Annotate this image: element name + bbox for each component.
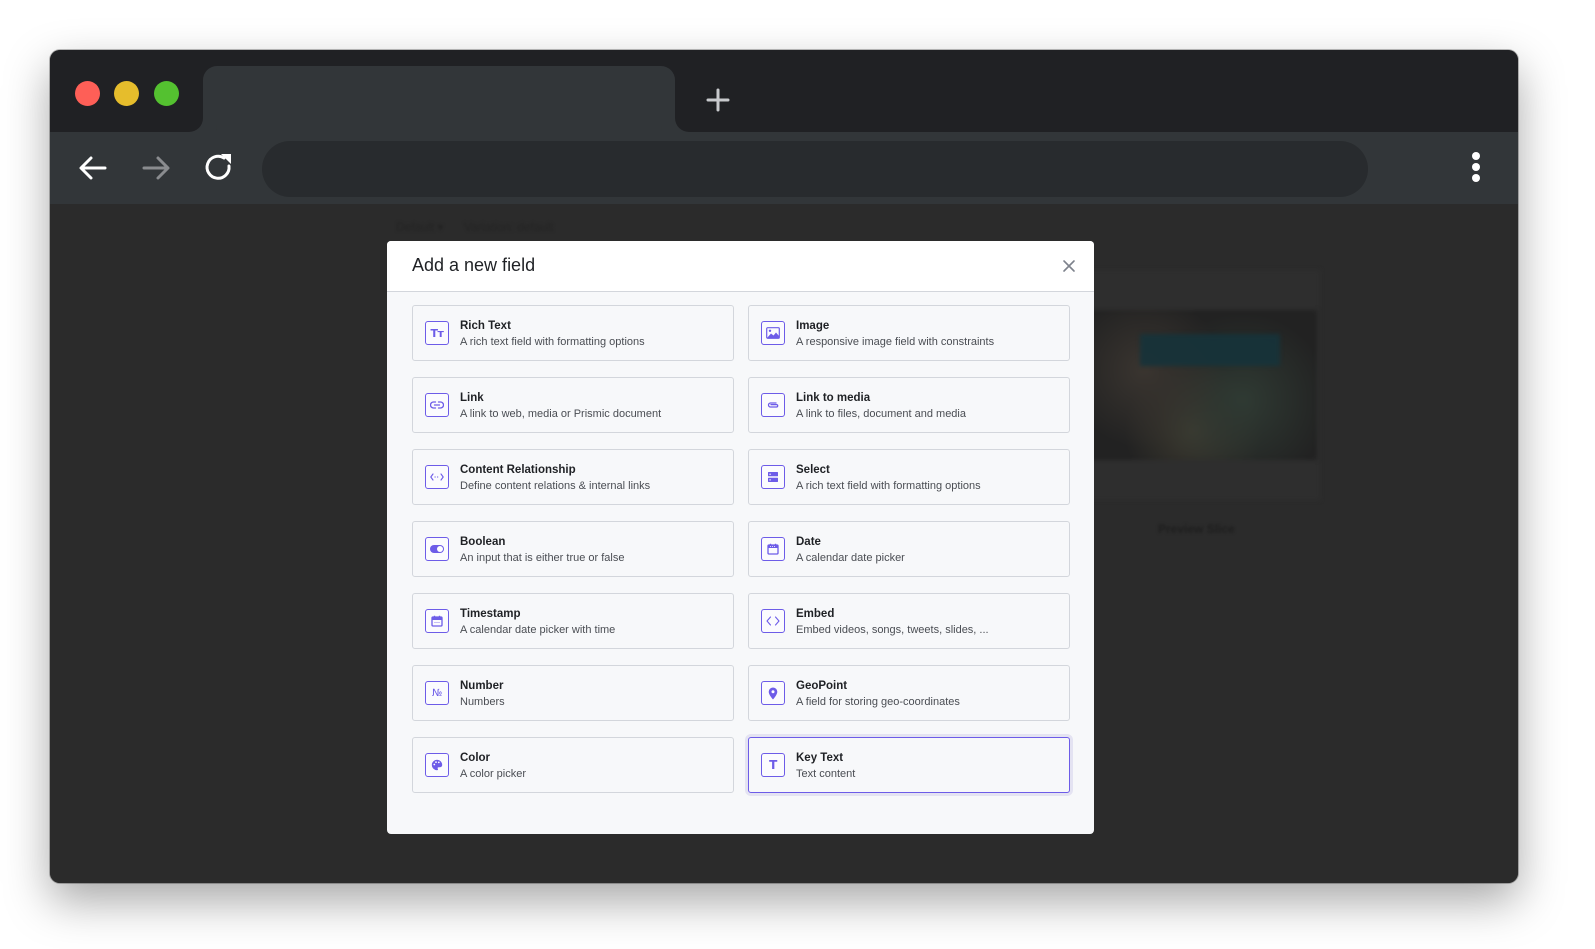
rich-text-icon: Tт — [425, 321, 449, 345]
window-maximize-button[interactable] — [154, 81, 179, 106]
arrow-right-icon — [142, 156, 170, 180]
field-card-description: Text content — [796, 768, 856, 780]
window-minimize-button[interactable] — [114, 81, 139, 106]
field-type-grid: Tт Rich Text A rich text field with form… — [412, 305, 1070, 793]
field-card-description: A responsive image field with constraint… — [796, 336, 995, 348]
field-card-title: Key Text — [796, 752, 844, 764]
preview-image-sign — [1140, 334, 1280, 366]
preview-caption: Preview Slice — [1158, 522, 1235, 536]
field-card-link[interactable]: Link A link to web, media or Prismic doc… — [412, 377, 734, 433]
field-card-title: Timestamp — [460, 608, 521, 620]
field-card-number[interactable]: № Number Numbers — [412, 665, 734, 721]
field-card-description: A field for storing geo-coordinates — [796, 696, 960, 708]
field-card-title: Link — [460, 392, 484, 404]
relationship-icon — [425, 465, 449, 489]
browser-toolbar — [50, 132, 1518, 204]
address-bar[interactable] — [262, 141, 1368, 197]
reload-button[interactable] — [201, 150, 237, 186]
field-card-description: A color picker — [460, 768, 527, 780]
field-card-embed[interactable]: Embed Embed videos, songs, tweets, slide… — [748, 593, 1070, 649]
page-content: Default ▾ Variation: default Preview Sli… — [50, 204, 1518, 883]
field-card-link-to-media[interactable]: Link to media A link to files, document … — [748, 377, 1070, 433]
forward-button[interactable] — [138, 150, 174, 186]
map-pin-icon — [761, 681, 785, 705]
plus-icon — [706, 88, 730, 112]
calendar-icon — [761, 537, 785, 561]
variation-label: Variation: default — [464, 220, 554, 234]
field-card-description: A rich text field with formatting option… — [460, 336, 645, 348]
field-card-description: An input that is either true or false — [460, 552, 625, 564]
new-tab-button[interactable] — [701, 83, 735, 117]
field-card-image[interactable]: Image A responsive image field with cons… — [748, 305, 1070, 361]
field-card-content-relationship[interactable]: Content Relationship Define content rela… — [412, 449, 734, 505]
field-card-rich-text[interactable]: Tт Rich Text A rich text field with form… — [412, 305, 734, 361]
window-close-button[interactable] — [75, 81, 100, 106]
field-card-timestamp[interactable]: Timestamp A calendar date picker with ti… — [412, 593, 734, 649]
field-card-description: A rich text field with formatting option… — [796, 480, 981, 492]
arrow-left-icon — [79, 156, 107, 180]
field-card-title: Select — [796, 464, 830, 476]
modal-close-button[interactable] — [1060, 257, 1078, 275]
field-card-key-text[interactable]: T Key Text Text content — [748, 737, 1070, 793]
select-icon — [761, 465, 785, 489]
field-card-title: Rich Text — [460, 320, 511, 332]
link-icon — [425, 393, 449, 417]
modal-title: Add a new field — [412, 255, 536, 275]
field-card-title: GeoPoint — [796, 680, 848, 692]
browser-tab[interactable] — [203, 66, 675, 132]
field-card-title: Image — [796, 320, 830, 332]
close-icon — [1063, 260, 1075, 272]
kebab-menu-icon — [1472, 152, 1480, 160]
field-card-title: Number — [460, 680, 504, 692]
reload-icon — [205, 154, 231, 180]
field-card-title: Link to media — [796, 392, 871, 404]
calendar-icon — [425, 609, 449, 633]
preview-image — [1070, 310, 1317, 460]
browser-menu-button[interactable] — [1470, 152, 1482, 184]
number-sign-icon: № — [425, 681, 449, 705]
field-card-title: Embed — [796, 608, 835, 620]
image-icon — [761, 321, 785, 345]
text-icon: T — [761, 753, 785, 777]
field-card-title: Boolean — [460, 536, 506, 548]
field-card-title: Color — [460, 752, 491, 764]
code-icon — [761, 609, 785, 633]
field-card-description: Define content relations & internal link… — [460, 480, 651, 492]
back-button[interactable] — [75, 150, 111, 186]
browser-titlebar — [50, 50, 1518, 132]
toggle-icon — [425, 537, 449, 561]
browser-window: Default ▾ Variation: default Preview Sli… — [50, 50, 1518, 883]
field-card-title: Content Relationship — [460, 464, 576, 476]
add-field-modal: Add a new field Tт Rich Text A rich text… — [387, 241, 1094, 834]
field-card-description: Numbers — [460, 696, 505, 708]
palette-icon — [425, 753, 449, 777]
field-card-description: A calendar date picker with time — [460, 624, 616, 636]
field-card-title: Date — [796, 536, 821, 548]
paperclip-icon — [761, 393, 785, 417]
field-card-boolean[interactable]: Boolean An input that is either true or … — [412, 521, 734, 577]
modal-header: Add a new field — [387, 241, 1094, 292]
field-card-date[interactable]: Date A calendar date picker — [748, 521, 1070, 577]
field-card-geopoint[interactable]: GeoPoint A field for storing geo-coordin… — [748, 665, 1070, 721]
field-card-description: A calendar date picker — [796, 552, 905, 564]
field-card-color[interactable]: Color A color picker — [412, 737, 734, 793]
field-card-description: A link to web, media or Prismic document — [460, 408, 662, 420]
field-card-description: A link to files, document and media — [796, 408, 966, 420]
field-card-select[interactable]: Select A rich text field with formatting… — [748, 449, 1070, 505]
field-card-description: Embed videos, songs, tweets, slides, ... — [796, 624, 989, 636]
variation-selector[interactable]: Default ▾ — [396, 220, 443, 234]
